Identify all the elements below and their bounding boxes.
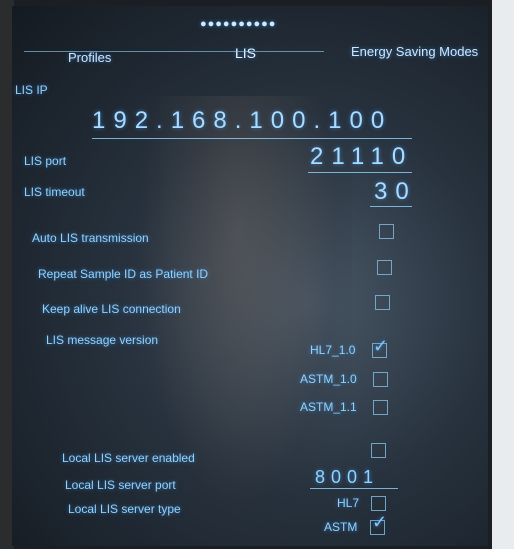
local-lis-port-field[interactable]: 8001 — [315, 467, 379, 488]
check-icon: ✓ — [373, 336, 389, 356]
lis-timeout-field[interactable]: 30 — [374, 178, 417, 206]
local-lis-port-label: Local LIS server port — [65, 478, 176, 492]
auto-lis-transmission-checkbox[interactable] — [379, 224, 394, 239]
lis-timeout-label: LIS timeout — [24, 185, 85, 199]
lis-ip-label: LIS IP — [15, 83, 48, 97]
local-lis-port-underline — [310, 488, 398, 489]
lis-port-underline — [308, 172, 412, 173]
auto-lis-transmission-label: Auto LIS transmission — [32, 231, 149, 245]
local-lis-enabled-checkbox[interactable] — [371, 443, 386, 458]
tab-underline — [24, 51, 324, 52]
lis-ip-field[interactable]: 192.168.100.100 — [92, 107, 392, 135]
version-option-astm-1-0[interactable]: ASTM_1.0 — [300, 372, 357, 386]
tab-energy-saving-modes[interactable]: Energy Saving Modes — [351, 44, 478, 59]
device-bezel-right — [492, 0, 514, 549]
tab-lis[interactable]: LIS — [235, 45, 256, 61]
type-hl7-checkbox[interactable] — [371, 496, 386, 511]
screen: ●●●●●●●●●● Profiles LIS Energy Saving Mo… — [12, 6, 488, 546]
page-indicator: ●●●●●●●●●● — [200, 18, 277, 30]
keep-alive-label: Keep alive LIS connection — [42, 302, 181, 316]
local-lis-enabled-label: Local LIS server enabled — [62, 451, 195, 465]
lis-message-version-label: LIS message version — [46, 333, 159, 347]
version-option-astm-1-1[interactable]: ASTM_1.1 — [300, 400, 357, 414]
lis-timeout-underline — [370, 206, 412, 207]
check-icon: ✓ — [372, 512, 388, 532]
keep-alive-checkbox[interactable] — [375, 295, 390, 310]
local-lis-type-label: Local LIS server type — [68, 502, 181, 516]
version-astm-1-1-checkbox[interactable] — [373, 400, 388, 415]
type-option-astm[interactable]: ASTM — [324, 520, 357, 534]
lis-port-field[interactable]: 21110 — [310, 143, 413, 171]
version-option-hl7-1-0[interactable]: HL7_1.0 — [310, 343, 355, 357]
lis-port-label: LIS port — [24, 154, 67, 168]
type-option-hl7[interactable]: HL7 — [337, 496, 359, 510]
repeat-sample-id-checkbox[interactable] — [377, 260, 392, 275]
tab-profiles[interactable]: Profiles — [68, 50, 111, 65]
repeat-sample-id-label: Repeat Sample ID as Patient ID — [38, 267, 209, 281]
version-astm-1-0-checkbox[interactable] — [373, 372, 388, 387]
lis-ip-underline — [92, 138, 412, 139]
